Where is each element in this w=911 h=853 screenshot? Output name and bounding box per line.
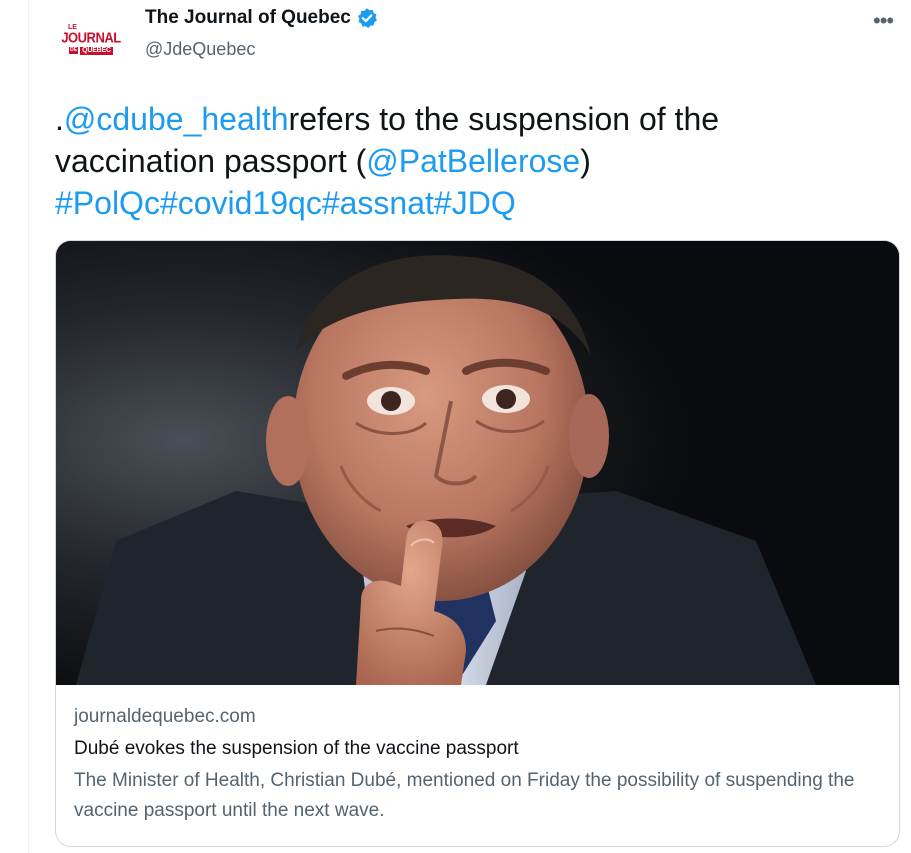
tweet-header: LE JOURNAL DE QUÉBEC The Journal of Queb… bbox=[55, 0, 911, 70]
hashtag-assnat[interactable]: #assnat bbox=[322, 185, 434, 221]
card-photo-illustration bbox=[56, 241, 899, 685]
logo-sub: DE QUÉBEC bbox=[69, 46, 113, 55]
account-handle[interactable]: @JdeQuebec bbox=[145, 39, 255, 60]
card-domain: journaldequebec.com bbox=[74, 706, 256, 727]
more-options-icon[interactable]: ••• bbox=[873, 8, 894, 34]
mention-cdube-health[interactable]: @cdube_health bbox=[64, 101, 289, 137]
logo-journal-text: JOURNAL bbox=[61, 28, 121, 46]
card-image[interactable] bbox=[56, 241, 899, 685]
timeline-divider bbox=[28, 0, 29, 853]
card-title[interactable]: Dubé evokes the suspension of the vaccin… bbox=[74, 737, 881, 761]
tweet-text-prefix: . bbox=[55, 101, 64, 137]
tweet-text-end: ) bbox=[580, 143, 591, 179]
hashtag-jdq[interactable]: #JDQ bbox=[434, 185, 516, 221]
avatar[interactable]: LE JOURNAL DE QUÉBEC bbox=[61, 13, 121, 65]
name-row: The Journal of Quebec bbox=[145, 7, 378, 29]
hashtag-polqc[interactable]: #PolQc bbox=[55, 185, 160, 221]
link-preview-card[interactable]: journaldequebec.com Dubé evokes the susp… bbox=[55, 240, 900, 847]
hashtag-covid19qc[interactable]: #covid19qc bbox=[160, 185, 322, 221]
tweet-text: .@cdube_healthrefers to the suspension o… bbox=[55, 98, 855, 224]
card-meta: journaldequebec.com Dubé evokes the susp… bbox=[74, 705, 881, 826]
verified-badge-icon bbox=[356, 7, 378, 29]
display-name[interactable]: The Journal of Quebec bbox=[145, 7, 351, 29]
mention-patbellerose[interactable]: @PatBellerose bbox=[366, 143, 580, 179]
card-description: The Minister of Health, Christian Dubé, … bbox=[74, 770, 855, 821]
logo-de-text: DE bbox=[69, 47, 79, 54]
logo-quebec-text: QUÉBEC bbox=[80, 46, 113, 55]
